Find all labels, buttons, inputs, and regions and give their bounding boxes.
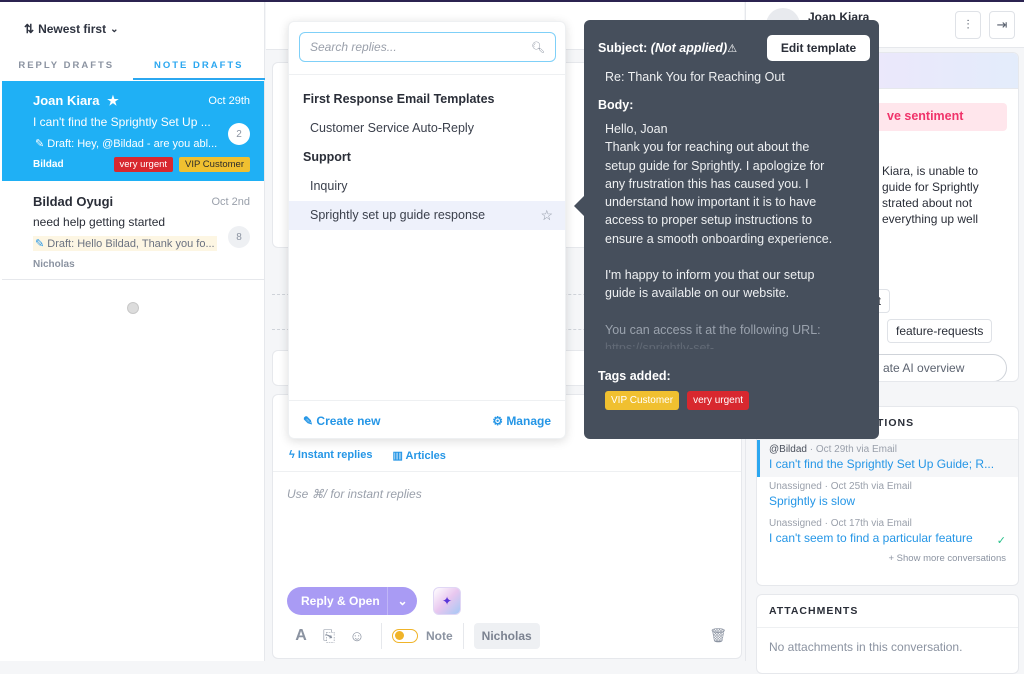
attachments-empty-text: No attachments in this conversation. — [769, 640, 963, 654]
reply-open-button[interactable]: Reply & Open ⌄ — [287, 587, 417, 615]
note-toggle[interactable] — [392, 629, 418, 643]
sliders-icon: ⫶ — [966, 17, 970, 32]
chevron-down-icon[interactable]: ⌄ — [387, 587, 417, 615]
tag-very-urgent: very urgent — [687, 391, 750, 410]
draft-preview: ✎ Draft: Hey, @Bildad - are you abl... — [35, 138, 218, 150]
reply-template-item[interactable]: Customer Service Auto-Reply — [289, 114, 565, 143]
group-heading: First Response Email Templates — [303, 92, 495, 106]
tab-note-drafts[interactable]: NOTE DRAFTS — [132, 54, 265, 80]
conversation-subject: need help getting started — [33, 215, 166, 229]
tag-list: very urgent VIP Customer — [113, 157, 250, 172]
tab-reply-drafts[interactable]: REPLY DRAFTS — [0, 54, 133, 80]
compose-links: ϟ Instant replies ▥ Articles — [289, 449, 446, 462]
search-input[interactable] — [310, 40, 532, 54]
note-label: Note — [426, 629, 453, 643]
message-count-badge: 2 — [228, 123, 250, 145]
assignee-chip[interactable]: Nicholas — [473, 623, 540, 649]
sort-dropdown[interactable]: ⇅ Newest first ⌄ — [24, 22, 118, 36]
tag-vip-customer: VIP Customer — [179, 157, 250, 172]
conversation-link[interactable]: Unassigned · Oct 17th via Email I can't … — [757, 514, 1018, 551]
replies-list: First Response Email Templates Customer … — [289, 74, 565, 230]
collapse-sidebar-button[interactable]: ⇥ — [989, 11, 1015, 39]
settings-sliders-button[interactable]: ⫶ — [955, 11, 981, 39]
search-icon: 🔍︎ — [531, 41, 545, 54]
show-more-conversations-link[interactable]: + Show more conversations — [757, 551, 1018, 566]
attachment-icon[interactable]: ⎘ — [315, 628, 343, 645]
subject-text: Re: Thank You for Reaching Out — [605, 70, 785, 84]
conversation-date: Oct 2nd — [211, 196, 250, 208]
exit-icon: ⇥ — [996, 17, 1008, 32]
pencil-icon: ✎ — [303, 413, 314, 428]
book-icon: ▥ — [392, 450, 403, 462]
conversation-link[interactable]: @Bildad · Oct 29th via Email I can't fin… — [757, 440, 1018, 477]
conversation-item[interactable]: Bildad Oyugi Oct 2nd need help getting s… — [2, 182, 264, 280]
subject-label: Subject: (Not applied)⚠ — [598, 41, 738, 55]
conversation-tag[interactable]: feature-requests — [887, 319, 993, 343]
draft-tabs: REPLY DRAFTS NOTE DRAFTS — [0, 54, 265, 80]
compose-toolbar: A ⎘ ☺ Note Nicholas 🗑 — [287, 621, 727, 651]
warning-icon: ⚠ — [727, 43, 738, 55]
ai-assist-button[interactable]: ✦ — [433, 587, 461, 615]
trash-icon[interactable]: 🗑 — [709, 627, 727, 644]
group-heading: Support — [303, 150, 351, 164]
lightning-icon: ϟ — [289, 449, 295, 461]
search-replies-field[interactable]: 🔍︎ — [299, 32, 556, 62]
assignee: Nicholas — [33, 259, 75, 270]
instant-replies-link[interactable]: ϟ Instant replies — [289, 449, 372, 462]
gear-icon: ⚙ — [492, 413, 503, 428]
draft-preview: ✎ Draft: Hello Bildad, Thank you fo... — [33, 236, 217, 251]
conversation-date: Oct 29th — [208, 95, 250, 107]
loading-spinner — [127, 302, 139, 314]
tag-vip-customer: VIP Customer — [605, 391, 680, 410]
sparkle-icon: ✦ — [441, 594, 453, 608]
manage-button[interactable]: ⚙ Manage — [492, 414, 551, 428]
attachments-card: ATTACHMENTS No attachments in this conve… — [756, 594, 1019, 674]
chevron-down-icon: ⌄ — [110, 23, 119, 35]
create-new-button[interactable]: ✎ Create new — [303, 414, 380, 428]
dropdown-footer: ✎ Create new ⚙ Manage — [289, 400, 565, 440]
message-count-badge: 8 — [228, 226, 250, 248]
divider — [381, 623, 382, 649]
divider — [273, 471, 741, 472]
reply-template-item[interactable]: Inquiry — [289, 172, 565, 201]
star-icon[interactable]: ☆ — [540, 201, 553, 230]
conversation-item[interactable]: Joan Kiara ★ Oct 29th I can't find the S… — [2, 81, 264, 181]
sort-icon: ⇅ — [24, 22, 35, 36]
check-icon: ✓ — [996, 535, 1006, 547]
instant-replies-dropdown: 🔍︎ First Response Email Templates Custom… — [288, 21, 566, 439]
edit-template-button[interactable]: Edit template — [767, 35, 870, 61]
body-text: Hello, Joan Thank you for reaching out a… — [605, 122, 833, 349]
compose-input[interactable]: Use ⌘/ for instant replies — [287, 487, 422, 501]
body-label: Body: — [598, 98, 634, 112]
sort-label: Newest first — [38, 22, 107, 36]
popover-arrow — [574, 196, 584, 216]
added-tags: VIP Customer very urgent — [605, 391, 750, 410]
reply-template-item-highlighted[interactable]: Sprightly set up guide response ☆ — [289, 201, 565, 230]
tags-added-label: Tags added: — [598, 369, 671, 383]
reply-open-label: Reply & Open — [301, 594, 380, 608]
conversation-subject: I can't find the Sprightly Set Up ... — [33, 115, 211, 129]
template-preview-popover: Subject: (Not applied)⚠ Edit template Re… — [574, 20, 879, 439]
pencil-icon: ✎ — [35, 238, 45, 250]
star-icon: ★ — [107, 93, 119, 108]
tag-very-urgent: very urgent — [113, 157, 174, 172]
articles-link[interactable]: ▥ Articles — [392, 449, 445, 462]
divider — [462, 623, 464, 649]
pencil-icon: ✎ — [35, 138, 45, 150]
text-format-icon[interactable]: A — [287, 627, 315, 645]
conversation-list-panel: ⇅ Newest first ⌄ REPLY DRAFTS NOTE DRAFT… — [0, 2, 265, 661]
conversation-link[interactable]: Unassigned · Oct 25th via Email Sprightl… — [757, 477, 1018, 514]
emoji-icon[interactable]: ☺ — [343, 628, 371, 645]
section-heading: ATTACHMENTS — [757, 595, 1018, 628]
